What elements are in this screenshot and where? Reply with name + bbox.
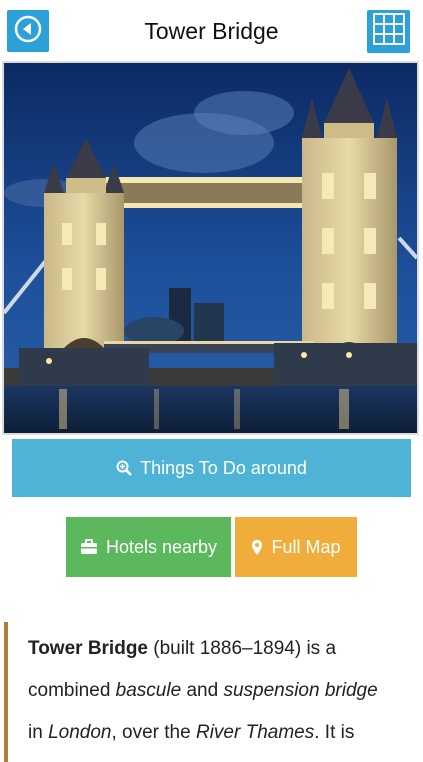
hotels-nearby-button[interactable]: Hotels nearby bbox=[66, 517, 231, 577]
app-header: Tower Bridge bbox=[0, 0, 423, 62]
page-title: Tower Bridge bbox=[144, 18, 279, 44]
grid-menu-icon bbox=[372, 12, 406, 51]
link-suspension-bridge[interactable]: suspension bridge bbox=[223, 680, 377, 701]
hotels-nearby-label: Hotels nearby bbox=[105, 536, 218, 557]
link-river-thames[interactable]: River Thames bbox=[196, 722, 314, 743]
article-subject: Tower Bridge bbox=[28, 638, 148, 659]
article-text: Tower Bridge (built 1886–1894) is a comb… bbox=[28, 628, 419, 754]
article-text-part: . It is bbox=[314, 722, 355, 743]
landmark-photo bbox=[2, 61, 419, 435]
things-to-do-label: Things To Do around bbox=[140, 457, 307, 478]
full-map-label: Full Map bbox=[271, 536, 341, 557]
things-to-do-button[interactable]: Things To Do around bbox=[12, 439, 411, 497]
map-marker-icon bbox=[251, 539, 263, 556]
link-bascule[interactable]: bascule bbox=[116, 680, 182, 701]
back-arrow-icon bbox=[13, 14, 43, 49]
article-text-part: in bbox=[28, 722, 49, 743]
search-plus-icon bbox=[116, 460, 132, 476]
full-map-button[interactable]: Full Map bbox=[235, 517, 357, 577]
back-button[interactable] bbox=[7, 10, 49, 52]
article-text-part: , over the bbox=[111, 722, 196, 743]
article-text-part: and bbox=[181, 680, 224, 701]
briefcase-icon bbox=[80, 539, 98, 555]
quote-bar bbox=[4, 622, 8, 762]
article-excerpt: Tower Bridge (built 1886–1894) is a comb… bbox=[0, 622, 423, 762]
link-london[interactable]: London bbox=[48, 722, 111, 743]
grid-menu-button[interactable] bbox=[367, 10, 410, 53]
